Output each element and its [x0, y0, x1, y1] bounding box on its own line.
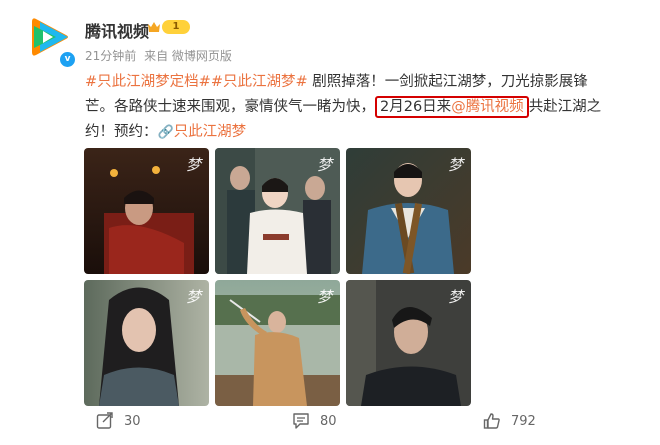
booking-link-label: 只此江湖梦 [173, 124, 247, 140]
share-count: 30 [124, 413, 141, 429]
post-text: #只此江湖梦定档##只此江湖梦# 剧照掉落！一剑掀起江湖梦，刀光掠影展锋芒。各路… [85, 70, 615, 145]
account-name[interactable]: 腾讯视频 [85, 18, 149, 42]
photo-1[interactable]: 梦 [84, 148, 209, 274]
comment-icon [293, 413, 309, 429]
watermark-logo: 梦 [316, 156, 332, 174]
link-icon: 🔗 [157, 125, 174, 140]
hashtag-link[interactable]: #只此江湖梦定档# [85, 74, 211, 90]
share-button[interactable]: 30 [96, 412, 141, 430]
like-count: 792 [511, 413, 536, 429]
photo-grid: 梦 梦 梦 梦 梦 梦 [84, 148, 471, 406]
like-button[interactable]: 792 [483, 412, 536, 430]
watermark-logo: 梦 [447, 156, 463, 174]
photo-3[interactable]: 梦 [346, 148, 471, 274]
comment-button[interactable]: 80 [292, 412, 337, 430]
hashtag-link[interactable]: #只此江湖梦# [211, 74, 308, 90]
post-source: 来自 微博网页版 [144, 49, 232, 63]
photo-6[interactable]: 梦 [346, 280, 471, 406]
member-badge[interactable]: 1 [147, 20, 190, 34]
verified-icon: v [58, 50, 77, 69]
photo-5[interactable]: 梦 [215, 280, 340, 406]
booking-link[interactable]: 🔗只此江湖梦 [158, 124, 247, 140]
post-time[interactable]: 21分钟前 [85, 49, 136, 63]
share-icon [96, 412, 113, 429]
member-level: 1 [162, 20, 190, 34]
highlighted-date-box: 2月26日来@腾讯视频 [375, 96, 529, 118]
like-icon [483, 413, 500, 429]
watermark-logo: 梦 [316, 288, 332, 306]
watermark-logo: 梦 [185, 156, 201, 174]
watermark-logo: 梦 [447, 288, 463, 306]
release-date: 2月26日来 [380, 99, 452, 115]
photo-4[interactable]: 梦 [84, 280, 209, 406]
crown-icon [148, 22, 160, 32]
post-meta: 21分钟前 来自 微博网页版 [85, 47, 236, 64]
watermark-logo: 梦 [185, 288, 201, 306]
action-bar: 30 80 792 [0, 412, 660, 440]
comment-count: 80 [320, 413, 337, 429]
mention-link[interactable]: @腾讯视频 [451, 99, 524, 115]
photo-2[interactable]: 梦 [215, 148, 340, 274]
